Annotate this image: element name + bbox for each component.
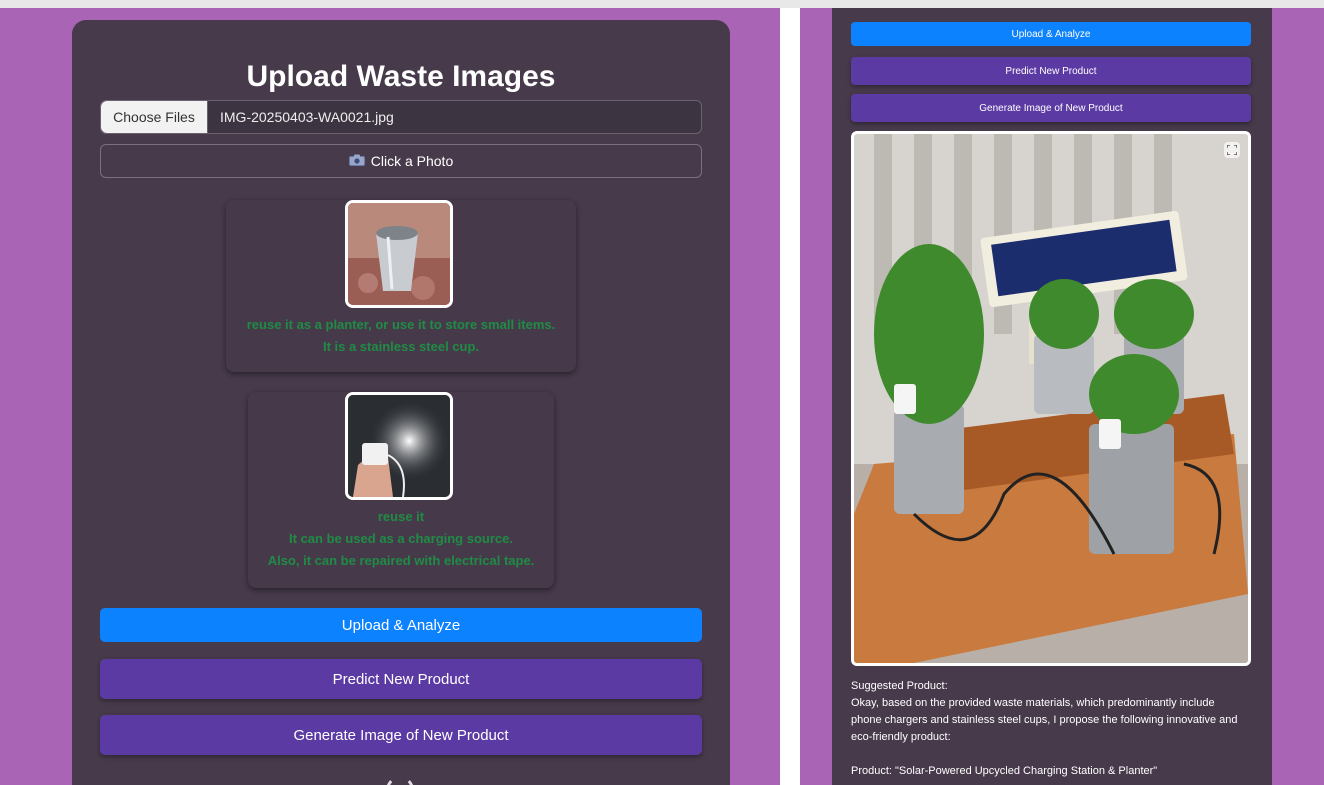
top-border-strip-right xyxy=(800,0,1324,8)
suggestion-line: phone chargers and stainless steel cups,… xyxy=(851,714,1238,726)
selected-file-name: IMG-20250403-WA0021.jpg xyxy=(220,109,394,125)
predict-product-button[interactable]: Predict New Product xyxy=(100,659,702,699)
camera-icon xyxy=(348,153,365,169)
click-photo-button[interactable]: Click a Photo xyxy=(100,144,702,178)
suggested-product-text: Suggested Product: Okay, based on the pr… xyxy=(851,678,1261,780)
loading-spinner xyxy=(386,776,414,785)
suggestion-line: Okay, based on the provided waste materi… xyxy=(851,697,1215,709)
suggested-product-name: Product: "Solar-Powered Upcycled Chargin… xyxy=(851,765,1158,777)
analysis-result-card: reuse it It can be used as a charging so… xyxy=(248,392,554,588)
expand-icon[interactable] xyxy=(1224,142,1240,158)
click-photo-label: Click a Photo xyxy=(370,153,454,169)
suggestion-heading: Suggested Product: xyxy=(851,680,948,692)
choose-files-button[interactable]: Choose Files xyxy=(101,101,208,133)
analysis-result-card: reuse it as a planter, or use it to stor… xyxy=(226,200,576,372)
result-text-line: reuse it xyxy=(377,509,425,524)
generate-image-button[interactable]: Generate Image of New Product xyxy=(100,715,702,755)
upload-analyze-button[interactable]: Upload & Analyze xyxy=(851,22,1251,46)
result-text-line: It is a stainless steel cup. xyxy=(322,339,480,354)
result-card: Upload & Analyze Predict New Product Gen… xyxy=(832,8,1272,785)
page-title: Upload Waste Images xyxy=(246,60,556,93)
left-screenshot: Upload Waste Images Choose Files IMG-202… xyxy=(0,8,780,785)
file-input[interactable]: Choose Files IMG-20250403-WA0021.jpg xyxy=(100,100,702,134)
steel-cup-thumbnail xyxy=(345,200,453,308)
generated-product-image xyxy=(851,131,1251,666)
upload-analyze-button[interactable]: Upload & Analyze xyxy=(100,608,702,642)
charger-thumbnail xyxy=(345,392,453,500)
generate-image-button[interactable]: Generate Image of New Product xyxy=(851,94,1251,122)
predict-product-button[interactable]: Predict New Product xyxy=(851,57,1251,85)
result-text-line: It can be used as a charging source. xyxy=(289,531,513,546)
result-text-line: Also, it can be repaired with electrical… xyxy=(267,553,535,568)
top-border-strip xyxy=(0,0,800,8)
result-text-line: reuse it as a planter, or use it to stor… xyxy=(246,317,556,332)
upload-card: Upload Waste Images Choose Files IMG-202… xyxy=(72,20,730,785)
suggestion-line: eco-friendly product: xyxy=(851,731,951,743)
right-screenshot: Upload & Analyze Predict New Product Gen… xyxy=(800,8,1324,785)
